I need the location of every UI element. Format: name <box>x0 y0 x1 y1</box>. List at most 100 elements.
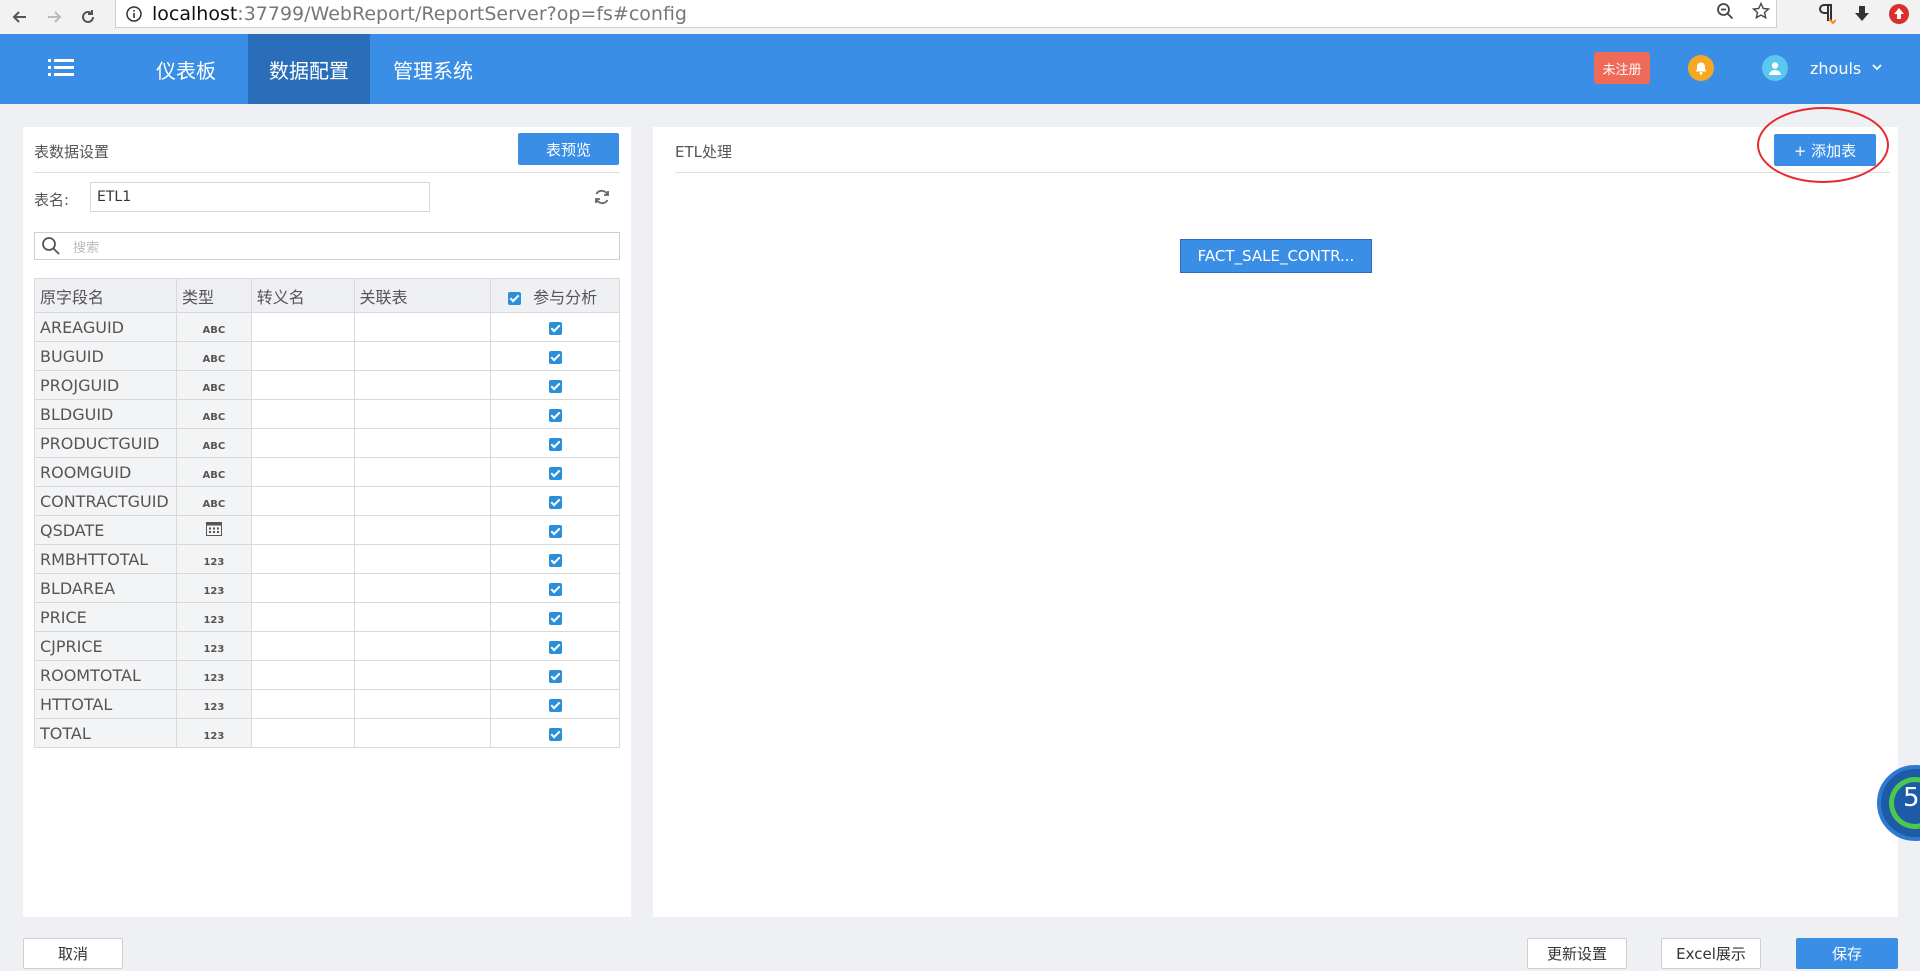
forward-button[interactable] <box>40 3 68 31</box>
analysis-checkbox[interactable] <box>548 669 562 683</box>
alias-cell[interactable] <box>250 602 355 632</box>
address-bar[interactable]: localhost:37799/WebReport/ReportServer?o… <box>115 0 1777 28</box>
alias-cell[interactable] <box>250 718 355 748</box>
relation-cell[interactable] <box>353 312 492 342</box>
bell-icon <box>1695 62 1707 75</box>
alias-cell[interactable] <box>250 399 355 429</box>
relation-cell[interactable] <box>353 515 492 545</box>
url-text: localhost:37799/WebReport/ReportServer?o… <box>152 2 687 25</box>
analysis-checkbox[interactable] <box>548 524 562 538</box>
alias-cell[interactable] <box>250 660 355 690</box>
field-type-cell: ABC <box>175 370 252 400</box>
download-icon[interactable] <box>1852 4 1872 24</box>
relation-cell[interactable] <box>353 399 492 429</box>
tab-admin-system[interactable]: 管理系统 <box>382 34 484 104</box>
relation-cell[interactable] <box>353 341 492 371</box>
column-header-analysis: 参与分析 <box>490 278 620 313</box>
field-type-cell: ABC <box>175 312 252 342</box>
analysis-cell <box>490 457 620 487</box>
alias-cell[interactable] <box>250 312 355 342</box>
text-type-icon: ABC <box>202 469 226 481</box>
unregistered-badge[interactable]: 未注册 <box>1594 52 1650 84</box>
field-search-input[interactable]: 搜索 <box>34 232 620 260</box>
number-type-icon: 123 <box>203 585 225 597</box>
text-type-icon: ABC <box>202 498 226 510</box>
analysis-checkbox[interactable] <box>548 553 562 567</box>
relation-cell[interactable] <box>353 370 492 400</box>
app-header: 仪表板 数据配置 管理系统 未注册 zhouls <box>0 34 1920 104</box>
alias-cell[interactable] <box>250 341 355 371</box>
relation-cell[interactable] <box>353 573 492 603</box>
info-icon <box>126 5 142 22</box>
analysis-checkbox[interactable] <box>548 350 562 364</box>
search-icon <box>42 237 60 255</box>
analysis-checkbox[interactable] <box>548 582 562 596</box>
relation-cell[interactable] <box>353 689 492 719</box>
panel-title: ETL处理 <box>675 143 732 161</box>
back-button[interactable] <box>6 3 34 31</box>
alias-cell[interactable] <box>250 573 355 603</box>
analysis-checkbox[interactable] <box>548 495 562 509</box>
relation-cell[interactable] <box>353 631 492 661</box>
relation-cell[interactable] <box>353 486 492 516</box>
star-icon[interactable] <box>1752 2 1770 20</box>
analysis-checkbox[interactable] <box>548 611 562 625</box>
add-table-button[interactable]: + 添加表 <box>1774 134 1876 166</box>
paragraph-extension-icon[interactable] <box>1816 3 1836 25</box>
field-name-cell: RMBHTTOTAL <box>34 544 177 574</box>
select-all-checkbox[interactable] <box>508 291 522 305</box>
alias-cell[interactable] <box>250 515 355 545</box>
reload-button[interactable] <box>74 3 102 31</box>
relation-cell[interactable] <box>353 602 492 632</box>
relation-cell[interactable] <box>353 718 492 748</box>
analysis-checkbox[interactable] <box>548 408 562 422</box>
table-row: PRICE 123 <box>34 602 620 632</box>
alias-cell[interactable] <box>250 457 355 487</box>
alias-cell[interactable] <box>250 486 355 516</box>
analysis-checkbox[interactable] <box>548 379 562 393</box>
number-type-icon: 123 <box>203 701 225 713</box>
table-row: BLDAREA 123 <box>34 573 620 603</box>
widget-number: 5 <box>1903 783 1920 813</box>
analysis-checkbox[interactable] <box>548 698 562 712</box>
tab-data-config[interactable]: 数据配置 <box>248 34 370 104</box>
notification-button[interactable] <box>1688 55 1714 81</box>
relation-cell[interactable] <box>353 428 492 458</box>
save-button[interactable]: 保存 <box>1796 938 1898 969</box>
etl-table-node[interactable]: FACT_SALE_CONTR... <box>1180 239 1372 273</box>
arrow-left-icon <box>12 11 26 23</box>
text-type-icon: ABC <box>202 440 226 452</box>
analysis-checkbox[interactable] <box>548 466 562 480</box>
alias-cell[interactable] <box>250 689 355 719</box>
field-name-cell: CJPRICE <box>34 631 177 661</box>
field-type-cell: ABC <box>175 399 252 429</box>
update-settings-button[interactable]: 更新设置 <box>1527 938 1627 969</box>
chevron-down-icon[interactable] <box>1872 63 1882 71</box>
avatar[interactable] <box>1762 55 1788 81</box>
relation-cell[interactable] <box>353 457 492 487</box>
zoom-icon[interactable] <box>1716 2 1734 20</box>
menu-list-icon[interactable] <box>48 56 74 80</box>
analysis-checkbox[interactable] <box>548 727 562 741</box>
upload-extension-icon[interactable] <box>1888 3 1910 25</box>
username[interactable]: zhouls <box>1810 59 1861 78</box>
table-name-input[interactable]: ETL1 <box>90 182 430 212</box>
alias-cell[interactable] <box>250 428 355 458</box>
alias-cell[interactable] <box>250 370 355 400</box>
excel-show-button[interactable]: Excel展示 <box>1661 938 1761 969</box>
analysis-checkbox[interactable] <box>548 640 562 654</box>
analysis-checkbox[interactable] <box>548 437 562 451</box>
cancel-button[interactable]: 取消 <box>23 938 123 969</box>
table-preview-button[interactable]: 表预览 <box>518 133 619 165</box>
analysis-cell <box>490 515 620 545</box>
relation-cell[interactable] <box>353 544 492 574</box>
analysis-checkbox[interactable] <box>548 321 562 335</box>
refresh-icon[interactable] <box>593 188 611 206</box>
alias-cell[interactable] <box>250 631 355 661</box>
field-name-cell: BLDGUID <box>34 399 177 429</box>
relation-cell[interactable] <box>353 660 492 690</box>
tab-dashboard[interactable]: 仪表板 <box>138 34 234 104</box>
number-type-icon: 123 <box>203 614 225 626</box>
alias-cell[interactable] <box>250 544 355 574</box>
field-type-cell: 123 <box>175 631 252 661</box>
